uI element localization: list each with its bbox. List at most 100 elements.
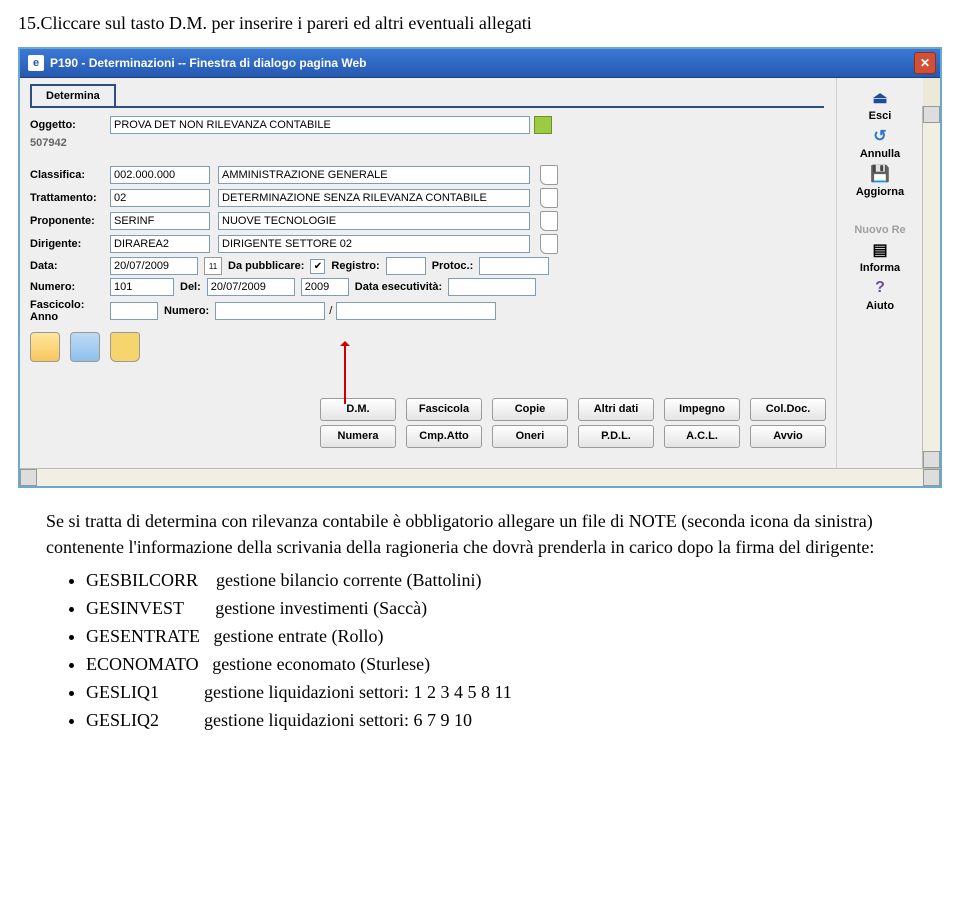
- rbtn-informa[interactable]: ▤Informa: [846, 239, 914, 274]
- btn-numera[interactable]: Numera: [320, 425, 396, 448]
- input-year[interactable]: 2009: [301, 278, 349, 296]
- scroll-up-icon[interactable]: [923, 106, 940, 123]
- checkbox-da-pubblicare[interactable]: ✔: [310, 259, 325, 274]
- rbtn-label: Esci: [846, 110, 914, 122]
- label-data-esecutivita: Data esecutività:: [355, 281, 442, 293]
- slash: /: [325, 305, 336, 317]
- horizontal-scrollbar[interactable]: [20, 468, 940, 486]
- scroll-down-icon[interactable]: [923, 451, 940, 468]
- btn-col-doc[interactable]: Col.Doc.: [750, 398, 826, 421]
- btn-avvio[interactable]: Avvio: [750, 425, 826, 448]
- vertical-scrollbar[interactable]: [922, 106, 940, 468]
- attach-icon-1[interactable]: [30, 332, 60, 362]
- form-panel: Determina Oggetto: PROVA DET NON RILEVAN…: [20, 78, 836, 468]
- bottom-buttons: D.M. Fascicola Copie Altri dati Impegno …: [320, 398, 940, 448]
- rbtn-label: Annulla: [846, 148, 914, 160]
- rbtn-label: Nuovo Re: [846, 224, 914, 236]
- client-area: Determina Oggetto: PROVA DET NON RILEVAN…: [20, 78, 940, 468]
- label-protoc: Protoc.:: [432, 260, 474, 272]
- list-item: ECONOMATO gestione economato (Sturlese): [86, 651, 938, 677]
- input-oggetto[interactable]: PROVA DET NON RILEVANZA CONTABILE: [110, 116, 530, 134]
- calendar-icon[interactable]: 11: [204, 257, 222, 275]
- rbtn-esci[interactable]: ⏏Esci: [846, 87, 914, 122]
- input-proponente-desc[interactable]: NUOVE TECNOLOGIE: [218, 212, 530, 230]
- exit-icon: ⏏: [862, 87, 898, 109]
- input-dirigente-desc[interactable]: DIRIGENTE SETTORE 02: [218, 235, 530, 253]
- label-numero: Numero:: [30, 281, 110, 293]
- save-icon: 💾: [862, 163, 898, 185]
- scroll-right-icon[interactable]: [923, 469, 940, 486]
- undo-icon: ↺: [862, 125, 898, 147]
- btn-pdl[interactable]: P.D.L.: [578, 425, 654, 448]
- input-classifica-desc[interactable]: AMMINISTRAZIONE GENERALE: [218, 166, 530, 184]
- input-trattamento-desc[interactable]: DETERMINAZIONE SENZA RILEVANZA CONTABILE: [218, 189, 530, 207]
- btn-cmp-atto[interactable]: Cmp.Atto: [406, 425, 482, 448]
- list-item: GESLIQ1 gestione liquidazioni settori: 1…: [86, 679, 938, 705]
- btn-fascicola[interactable]: Fascicola: [406, 398, 482, 421]
- input-data[interactable]: 20/07/2009: [110, 257, 198, 275]
- hscroll-track[interactable]: [37, 469, 923, 486]
- list-item: GESLIQ2 gestione liquidazioni settori: 6…: [86, 707, 938, 733]
- title-bar[interactable]: e P190 - Determinazioni -- Finestra di d…: [20, 49, 940, 78]
- btn-copie[interactable]: Copie: [492, 398, 568, 421]
- close-icon[interactable]: ✕: [914, 52, 936, 74]
- proponente-file-icon[interactable]: [540, 211, 558, 231]
- tab-determina[interactable]: Determina: [30, 84, 116, 106]
- btn-oneri[interactable]: Oneri: [492, 425, 568, 448]
- rbtn-label: Aggiorna: [846, 186, 914, 198]
- attach-icon-2[interactable]: [70, 332, 100, 362]
- scroll-track[interactable]: [923, 123, 940, 451]
- btn-impegno[interactable]: Impegno: [664, 398, 740, 421]
- input-protoc[interactable]: [479, 257, 549, 275]
- label-oggetto: Oggetto:: [30, 119, 110, 131]
- input-trattamento-code[interactable]: 02: [110, 189, 210, 207]
- window-title: P190 - Determinazioni -- Finestra di dia…: [50, 56, 367, 70]
- input-data-esecutivita[interactable]: [448, 278, 536, 296]
- list-item: GESINVEST gestione investimenti (Saccà): [86, 595, 938, 621]
- rbtn-annulla[interactable]: ↺Annulla: [846, 125, 914, 160]
- input-numero[interactable]: 101: [110, 278, 174, 296]
- classifica-file-icon[interactable]: [540, 165, 558, 185]
- new-record-icon: [862, 201, 898, 223]
- dirigente-file-icon[interactable]: [540, 234, 558, 254]
- label-proponente: Proponente:: [30, 215, 110, 227]
- bottom-row-2: Numera Cmp.Atto Oneri P.D.L. A.C.L. Avvi…: [320, 425, 940, 448]
- input-dirigente-code[interactable]: DIRAREA2: [110, 235, 210, 253]
- oggetto-action-icon[interactable]: [534, 116, 552, 134]
- label-fascicolo-numero: Numero:: [164, 305, 209, 317]
- input-registro[interactable]: [386, 257, 426, 275]
- attachment-icons: [30, 332, 824, 362]
- input-fascicolo-numero1[interactable]: [215, 302, 325, 320]
- label-registro: Registro:: [331, 260, 379, 272]
- trattamento-file-icon[interactable]: [540, 188, 558, 208]
- input-fascicolo-anno[interactable]: [110, 302, 158, 320]
- list-item: GESENTRATE gestione entrate (Rollo): [86, 623, 938, 649]
- btn-dm[interactable]: D.M.: [320, 398, 396, 421]
- label-da-pubblicare: Da pubblicare:: [228, 260, 304, 272]
- list-item: GESBILCORR gestione bilancio corrente (B…: [86, 567, 938, 593]
- scroll-left-icon[interactable]: [20, 469, 37, 486]
- dialog-window: e P190 - Determinazioni -- Finestra di d…: [18, 47, 942, 488]
- rbtn-nuovo: Nuovo Re: [846, 201, 914, 236]
- label-codice: 507942: [30, 137, 110, 149]
- page-icon: e: [28, 55, 44, 71]
- post-text: Se si tratta di determina con rilevanza …: [46, 508, 938, 560]
- btn-acl[interactable]: A.C.L.: [664, 425, 740, 448]
- input-del[interactable]: 20/07/2009: [207, 278, 295, 296]
- input-proponente-code[interactable]: SERINF: [110, 212, 210, 230]
- label-dirigente: Dirigente:: [30, 238, 110, 250]
- post-paragraph: Se si tratta di determina con rilevanza …: [46, 508, 938, 733]
- label-classifica: Classifica:: [30, 169, 110, 181]
- btn-altri-dati[interactable]: Altri dati: [578, 398, 654, 421]
- input-classifica-code[interactable]: 002.000.000: [110, 166, 210, 184]
- input-fascicolo-numero2[interactable]: [336, 302, 496, 320]
- attach-icon-3[interactable]: [110, 332, 140, 362]
- label-trattamento: Trattamento:: [30, 192, 110, 204]
- rbtn-label: Informa: [846, 262, 914, 274]
- info-icon: ▤: [862, 239, 898, 261]
- tab-row: Determina: [30, 84, 824, 108]
- rbtn-aiuto[interactable]: ?Aiuto: [846, 277, 914, 312]
- bottom-row-1: D.M. Fascicola Copie Altri dati Impegno …: [320, 398, 940, 421]
- rbtn-aggiorna[interactable]: 💾Aggiorna: [846, 163, 914, 198]
- arrow-indicator: [344, 342, 346, 404]
